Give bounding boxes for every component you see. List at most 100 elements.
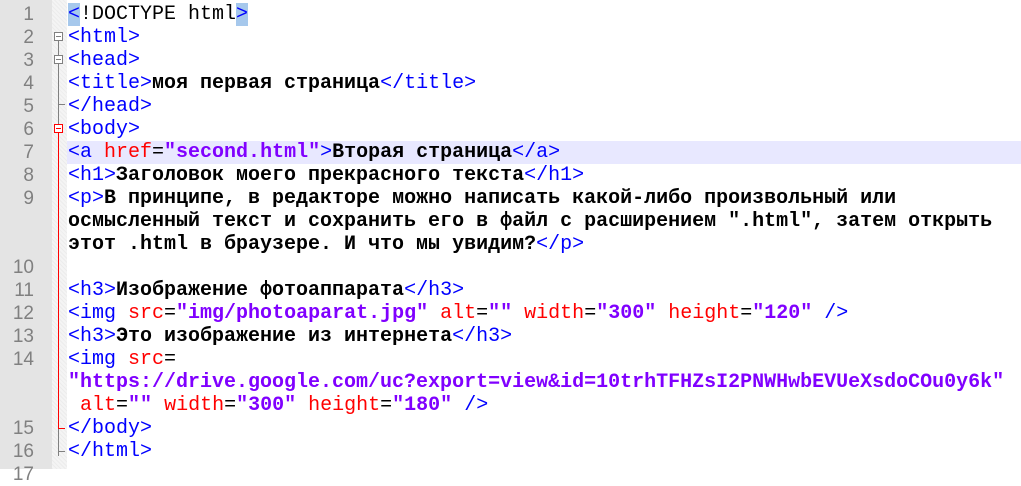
string-value-token: "https://drive.google.com/uc?export=view…	[68, 371, 1005, 394]
code-line[interactable]: 1 <!DOCTYPE html>	[0, 3, 1021, 26]
fold-end-active	[58, 428, 65, 429]
line-number: 8	[23, 165, 34, 186]
code-line[interactable]: 5 </head>	[0, 95, 1021, 118]
html-tag-token: <head>	[68, 49, 141, 72]
code-text[interactable]: <html>	[67, 26, 1021, 49]
html-tag-token: />	[824, 302, 849, 325]
code-text[interactable]: <h1>Заголовок моего прекрасного текста</…	[67, 164, 1021, 187]
code-line[interactable]: 13 <h3>Это изображение из интернета</h3>	[0, 325, 1021, 348]
line-number: 7	[23, 142, 34, 163]
code-line[interactable]: 11 <h3>Изображение фотоаппарата</h3>	[0, 279, 1021, 302]
fold-end	[58, 451, 65, 452]
code-line[interactable]: 12 <img src="img/photoaparat.jpg" alt="" …	[0, 302, 1021, 325]
code-text[interactable]: <p>В принципе, в редакторе можно написат…	[67, 187, 1021, 210]
string-value-token: ""	[128, 394, 153, 417]
line-number: 1	[23, 4, 34, 25]
html-tag-token: <img	[68, 348, 129, 371]
text-token: этот .html в браузере. И что мы увидим?	[68, 233, 537, 256]
code-line[interactable]: 7 <a href="second.html">Вторая страница</…	[0, 141, 1021, 164]
plain-token: =	[152, 141, 165, 164]
code-text[interactable]: <head>	[67, 49, 1021, 72]
code-text[interactable]: <img src=	[67, 348, 1021, 371]
line-number: 10	[12, 257, 34, 278]
fold-line-active	[58, 133, 59, 429]
string-value-token: "second.html"	[164, 141, 321, 164]
code-line[interactable]: 15 </body>	[0, 417, 1021, 440]
html-tag-token: </head>	[68, 95, 153, 118]
code-line[interactable]: 8 <h1>Заголовок моего прекрасного текста<…	[0, 164, 1021, 187]
code-text[interactable]: </body>	[67, 417, 1021, 440]
code-editor[interactable]: 1 <!DOCTYPE html> 2 <html> 3 <head> 4 <title>мо…	[0, 0, 1021, 485]
code-text[interactable]: "https://drive.google.com/uc?export=view…	[67, 371, 1021, 394]
code-text[interactable]: alt="" width="300" height="180" />	[67, 394, 1021, 417]
line-number: 3	[23, 50, 34, 71]
html-tag-token: <title>	[68, 72, 153, 95]
line-number: 6	[23, 119, 34, 140]
html-tag-token: <html>	[68, 26, 141, 49]
line-number: 16	[12, 441, 34, 462]
fold-collapse-icon[interactable]	[54, 55, 63, 64]
attribute-token: height	[308, 394, 381, 417]
code-text[interactable]: <body>	[67, 118, 1021, 141]
text-token: Это изображение из интернета	[116, 325, 453, 348]
attribute-token: alt	[440, 302, 477, 325]
attribute-token: height	[668, 302, 741, 325]
code-line[interactable]: alt="" width="300" height="180" />	[0, 394, 1021, 417]
attribute-token: src	[128, 348, 165, 371]
code-line[interactable]: 6 <body>	[0, 118, 1021, 141]
code-line[interactable]: этот .html в браузере. И что мы увидим?<…	[0, 233, 1021, 256]
fold-collapse-icon[interactable]	[54, 32, 63, 41]
string-value-token: ""	[488, 302, 513, 325]
line-number: 13	[12, 326, 34, 347]
string-value-token: "300"	[596, 302, 657, 325]
code-line[interactable]: осмысленный текст и сохранить его в файл…	[0, 210, 1021, 233]
code-line[interactable]: 4 <title>моя первая страница</title>	[0, 72, 1021, 95]
code-text[interactable]: осмысленный текст и сохранить его в файл…	[67, 210, 1021, 233]
line-number: 14	[12, 349, 34, 370]
attribute-token: alt	[80, 394, 117, 417]
code-text[interactable]: <a href="second.html">Вторая страница</a…	[67, 141, 1021, 164]
code-line[interactable]: "https://drive.google.com/uc?export=view…	[0, 371, 1021, 394]
code-line[interactable]: 14 <img src=	[0, 348, 1021, 371]
line-number: 2	[23, 27, 34, 48]
html-tag-token: <a	[68, 141, 105, 164]
string-value-token: "img/photoaparat.jpg"	[176, 302, 429, 325]
text-token: Заголовок моего прекрасного текста	[116, 164, 525, 187]
text-token: В принципе, в редакторе можно написать к…	[104, 187, 897, 210]
code-text[interactable]: <img src="img/photoaparat.jpg" alt="" wi…	[67, 302, 1021, 325]
code-line[interactable]: 2 <html>	[0, 26, 1021, 49]
code-line[interactable]: 17	[0, 463, 1021, 486]
code-text[interactable]: <title>моя первая страница</title>	[67, 72, 1021, 95]
html-tag-token: >	[320, 141, 333, 164]
html-tag-token: <h3>	[68, 325, 117, 348]
line-number: 17	[12, 464, 34, 485]
code-text[interactable]: <h3>Изображение фотоаппарата</h3>	[67, 279, 1021, 302]
plain-token: =	[164, 302, 177, 325]
code-line[interactable]: 10	[0, 256, 1021, 279]
code-text[interactable]	[67, 256, 1021, 279]
code-line[interactable]: 16 </html>	[0, 440, 1021, 463]
html-tag-token: </h3>	[452, 325, 513, 348]
html-tag-token: </body>	[68, 417, 153, 440]
code-text[interactable]: </head>	[67, 95, 1021, 118]
code-text[interactable]: этот .html в браузере. И что мы увидим?<…	[67, 233, 1021, 256]
line-number: 4	[23, 73, 34, 94]
code-line[interactable]: 9 <p>В принципе, в редакторе можно написа…	[0, 187, 1021, 210]
plain-token: =	[740, 302, 753, 325]
text-token: осмысленный текст и сохранить его в файл…	[68, 210, 993, 233]
code-text[interactable]	[67, 463, 1021, 486]
fold-collapse-icon[interactable]	[54, 124, 63, 133]
attribute-token: href	[104, 141, 153, 164]
code-line[interactable]: 3 <head>	[0, 49, 1021, 72]
code-text[interactable]: <!DOCTYPE html>	[67, 3, 1021, 26]
code-text[interactable]: <h3>Это изображение из интернета</h3>	[67, 325, 1021, 348]
html-tag-token: </title>	[380, 72, 477, 95]
code-text[interactable]: </html>	[67, 440, 1021, 463]
html-tag-token: <h1>	[68, 164, 117, 187]
attribute-token: src	[128, 302, 165, 325]
